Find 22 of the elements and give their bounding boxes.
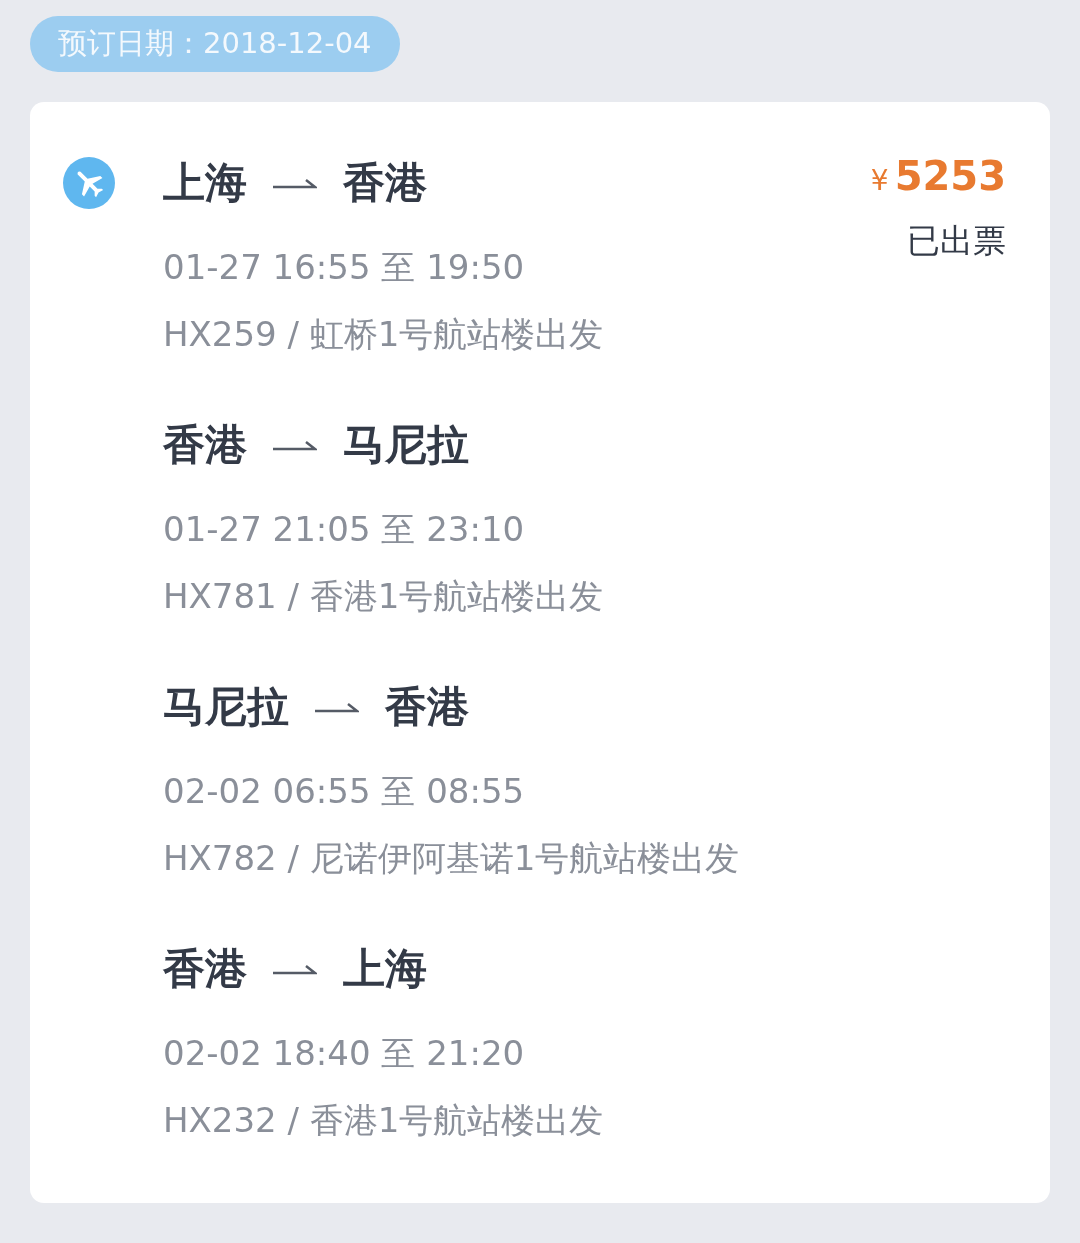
- departure-city: 马尼拉: [163, 681, 289, 733]
- currency-symbol: ¥: [870, 164, 889, 197]
- flight-time: 01-27 21:05 至 23:10: [163, 508, 526, 551]
- departure-city: 香港: [163, 419, 247, 471]
- flight-time: 02-02 06:55 至 08:55: [163, 770, 526, 813]
- order-card[interactable]: 上海 香港 01-27 16:55 至 19:50 HX259 / 虹桥1号航站楼出发 香港 马尼拉 01-27 21:05 至 23:10 HX781 / 香港1号航站楼出发 马尼拉 香港 02-02 06:55 至 08:55 HX782 / 尼诺伊阿基诺1号航站楼出发 香港 上海 02-02 18:40 至 21:20 HX232 / 香港1号航站楼出发 ¥5253 已出票: [30, 102, 1050, 1203]
- flight-time: 01-27 16:55 至 19:50: [163, 246, 526, 289]
- arrival-city: 上海: [343, 943, 427, 995]
- departure-city: 香港: [163, 943, 247, 995]
- plane-icon: [63, 157, 115, 209]
- flight-info: HX782 / 尼诺伊阿基诺1号航站楼出发: [163, 837, 740, 880]
- flight-info: HX232 / 香港1号航站楼出发: [163, 1099, 605, 1142]
- flight-info: HX259 / 虹桥1号航站楼出发: [163, 313, 605, 356]
- price: 5253: [894, 153, 1006, 199]
- arrival-city: 香港: [343, 157, 427, 209]
- ticket-status: 已出票: [907, 220, 1006, 262]
- flight-time: 02-02 18:40 至 21:20: [163, 1032, 526, 1075]
- arrival-city: 马尼拉: [343, 419, 469, 471]
- departure-city: 上海: [163, 157, 247, 209]
- flight-info: HX781 / 香港1号航站楼出发: [163, 575, 605, 618]
- arrival-city: 香港: [385, 681, 469, 733]
- booking-date: 预订日期：2018-12-04: [30, 16, 400, 72]
